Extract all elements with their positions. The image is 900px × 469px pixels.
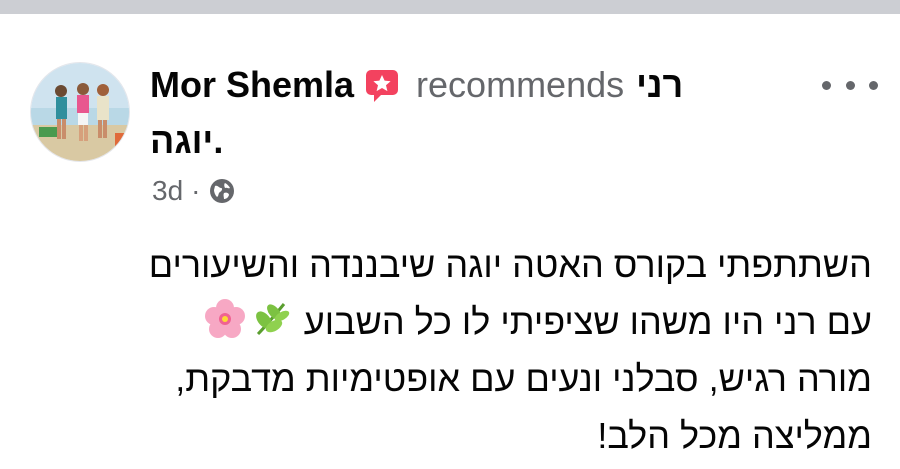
page-name-continued[interactable]: יוגה. bbox=[150, 118, 223, 164]
more-options-button[interactable] bbox=[822, 70, 878, 100]
author-name[interactable]: Mor Shemla bbox=[150, 62, 354, 108]
recommendation-star-icon bbox=[364, 67, 400, 103]
post-body: השתתפתי בקורס האטה יוגה שיבננדה והשיעורי… bbox=[40, 236, 872, 464]
page-name[interactable]: רני bbox=[636, 62, 683, 108]
more-horizontal-icon bbox=[869, 80, 878, 90]
more-horizontal-icon bbox=[822, 80, 831, 90]
avatar-photo bbox=[31, 63, 129, 161]
meta-separator: · bbox=[191, 175, 201, 206]
action-text: recommends bbox=[416, 64, 625, 105]
recommendation-post: Mor Shemla recommends רני יוגה. 3d · השת… bbox=[0, 14, 900, 469]
post-body-line: ממליצה מכל הלב! bbox=[597, 415, 872, 456]
timestamp[interactable]: 3d bbox=[152, 174, 183, 208]
post-header: Mor Shemla recommends רני bbox=[150, 62, 683, 108]
post-body-line: השתתפתי בקורס האטה יוגה שיבננדה והשיעורי… bbox=[148, 244, 872, 285]
avatar[interactable] bbox=[30, 62, 130, 162]
post-body-line: עם רני היו משהו שציפיתי לו כל השבוע bbox=[303, 301, 872, 342]
cherry-blossom-icon bbox=[204, 298, 246, 340]
post-body-line: מורה רגיש, סבלני ונעים עם אופטימיות מדבק… bbox=[175, 358, 872, 399]
more-horizontal-icon bbox=[845, 80, 855, 90]
herb-icon bbox=[250, 298, 292, 340]
globe-icon[interactable] bbox=[208, 177, 236, 205]
top-divider-strip bbox=[0, 0, 900, 14]
post-body-line-with-emoji: עם רני היו משהו שציפיתי לו כל השבוע bbox=[40, 293, 872, 350]
post-meta: 3d · bbox=[152, 174, 236, 208]
